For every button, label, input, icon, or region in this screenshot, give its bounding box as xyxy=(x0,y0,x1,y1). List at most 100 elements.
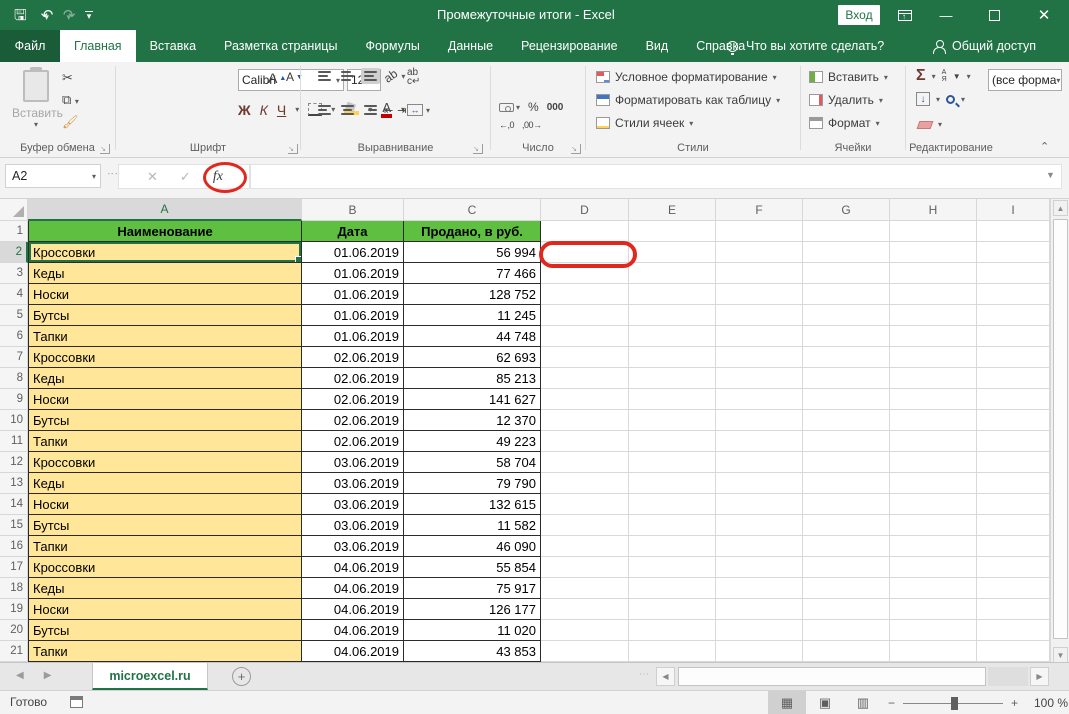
decrease-decimal-icon[interactable]: ,00→ xyxy=(522,120,542,130)
cell-E16[interactable] xyxy=(629,536,716,557)
tab-Вид[interactable]: Вид xyxy=(632,30,683,62)
cell-E3[interactable] xyxy=(629,263,716,284)
find-select-icon[interactable] xyxy=(946,95,955,104)
orientation-caret-icon[interactable]: ▾ xyxy=(401,72,405,81)
cell-F21[interactable] xyxy=(716,641,803,662)
clipboard-dialog-launcher-icon[interactable] xyxy=(100,144,110,154)
cell-E13[interactable] xyxy=(629,473,716,494)
cell-F16[interactable] xyxy=(716,536,803,557)
tabbar-splitter[interactable]: ⋮ xyxy=(638,669,649,680)
clear-icon[interactable] xyxy=(917,121,934,129)
tab-Разметка страницы[interactable]: Разметка страницы xyxy=(210,30,351,62)
cell-I18[interactable] xyxy=(977,578,1050,599)
cell-A9[interactable]: Носки xyxy=(28,389,302,410)
page-break-view-button[interactable]: ▥ xyxy=(844,691,882,714)
cell-D18[interactable] xyxy=(541,578,629,599)
paste-button[interactable]: Вставить ▾ xyxy=(12,68,60,146)
number-format-combo[interactable]: (все форма▾ xyxy=(988,69,1062,91)
cell-B15[interactable]: 03.06.2019 xyxy=(302,515,404,536)
cell-B19[interactable]: 04.06.2019 xyxy=(302,599,404,620)
cell-H18[interactable] xyxy=(890,578,977,599)
cell-E21[interactable] xyxy=(629,641,716,662)
cell-A21[interactable]: Тапки xyxy=(28,641,302,662)
align-top-button[interactable] xyxy=(315,68,334,84)
cell-E17[interactable] xyxy=(629,557,716,578)
copy-icon[interactable]: ⧉ ▾ xyxy=(62,92,79,108)
minimize-button[interactable]: — xyxy=(928,0,964,30)
cell-G9[interactable] xyxy=(803,389,890,410)
cell-H10[interactable] xyxy=(890,410,977,431)
cell-F11[interactable] xyxy=(716,431,803,452)
cell-D1[interactable] xyxy=(541,221,629,242)
decrease-indent-icon[interactable]: ⇤ xyxy=(384,104,393,117)
insert-cells-button[interactable]: Вставить▾ xyxy=(809,70,888,84)
select-all-button[interactable] xyxy=(0,199,28,221)
cell-I5[interactable] xyxy=(977,305,1050,326)
scroll-down-icon[interactable]: ▼ xyxy=(1053,647,1068,663)
cell-I12[interactable] xyxy=(977,452,1050,473)
cell-C3[interactable]: 77 466 xyxy=(404,263,541,284)
cell-H19[interactable] xyxy=(890,599,977,620)
share-button[interactable]: Общий доступ xyxy=(933,30,1036,62)
cell-H5[interactable] xyxy=(890,305,977,326)
cell-D15[interactable] xyxy=(541,515,629,536)
cell-A15[interactable]: Бутсы xyxy=(28,515,302,536)
cell-C7[interactable]: 62 693 xyxy=(404,347,541,368)
row-header-14[interactable]: 14 xyxy=(0,494,28,515)
cell-F15[interactable] xyxy=(716,515,803,536)
cell-B13[interactable]: 03.06.2019 xyxy=(302,473,404,494)
cell-A3[interactable]: Кеды xyxy=(28,263,302,284)
cut-icon[interactable]: ✂ xyxy=(62,70,79,86)
cell-F12[interactable] xyxy=(716,452,803,473)
cell-G19[interactable] xyxy=(803,599,890,620)
cell-I6[interactable] xyxy=(977,326,1050,347)
cell-C9[interactable]: 141 627 xyxy=(404,389,541,410)
horizontal-scroll-track[interactable] xyxy=(988,667,1028,686)
cell-E14[interactable] xyxy=(629,494,716,515)
cell-E10[interactable] xyxy=(629,410,716,431)
cell-H20[interactable] xyxy=(890,620,977,641)
cell-E2[interactable] xyxy=(629,242,716,263)
cell-G2[interactable] xyxy=(803,242,890,263)
scroll-right-icon[interactable]: ▶ xyxy=(1030,667,1049,686)
cell-E11[interactable] xyxy=(629,431,716,452)
cell-I19[interactable] xyxy=(977,599,1050,620)
cell-F2[interactable] xyxy=(716,242,803,263)
underline-button[interactable]: Ч xyxy=(277,102,286,118)
cell-G6[interactable] xyxy=(803,326,890,347)
cell-I7[interactable] xyxy=(977,347,1050,368)
cell-E1[interactable] xyxy=(629,221,716,242)
cell-A5[interactable]: Бутсы xyxy=(28,305,302,326)
cell-D12[interactable] xyxy=(541,452,629,473)
cell-G18[interactable] xyxy=(803,578,890,599)
cell-C2[interactable]: 56 994 xyxy=(404,242,541,263)
cell-F17[interactable] xyxy=(716,557,803,578)
cell-H4[interactable] xyxy=(890,284,977,305)
scroll-left-icon[interactable]: ◀ xyxy=(656,667,675,686)
row-header-8[interactable]: 8 xyxy=(0,368,28,389)
accounting-format-icon[interactable]: ▾ xyxy=(499,103,520,112)
cell-H11[interactable] xyxy=(890,431,977,452)
cell-A17[interactable]: Кроссовки xyxy=(28,557,302,578)
normal-view-button[interactable]: ▦ xyxy=(768,691,806,714)
column-header-I[interactable]: I xyxy=(977,199,1050,221)
zoom-in-icon[interactable]: + xyxy=(1011,696,1018,710)
cell-B1[interactable]: Дата xyxy=(302,221,404,242)
row-header-16[interactable]: 16 xyxy=(0,536,28,557)
formula-input[interactable] xyxy=(250,164,1062,189)
row-header-11[interactable]: 11 xyxy=(0,431,28,452)
cell-D9[interactable] xyxy=(541,389,629,410)
row-header-1[interactable]: 1 xyxy=(0,221,28,242)
merge-caret-icon[interactable]: ▾ xyxy=(426,106,430,115)
tab-Рецензирование[interactable]: Рецензирование xyxy=(507,30,632,62)
cell-G21[interactable] xyxy=(803,641,890,662)
cell-G11[interactable] xyxy=(803,431,890,452)
cell-C17[interactable]: 55 854 xyxy=(404,557,541,578)
cell-A11[interactable]: Тапки xyxy=(28,431,302,452)
fill-button[interactable]: ↓ xyxy=(916,92,930,106)
tab-Главная[interactable]: Главная xyxy=(60,30,136,62)
cell-B9[interactable]: 02.06.2019 xyxy=(302,389,404,410)
align-right-button[interactable] xyxy=(361,102,380,118)
format-cells-button[interactable]: Формат▾ xyxy=(809,116,880,130)
cell-I4[interactable] xyxy=(977,284,1050,305)
